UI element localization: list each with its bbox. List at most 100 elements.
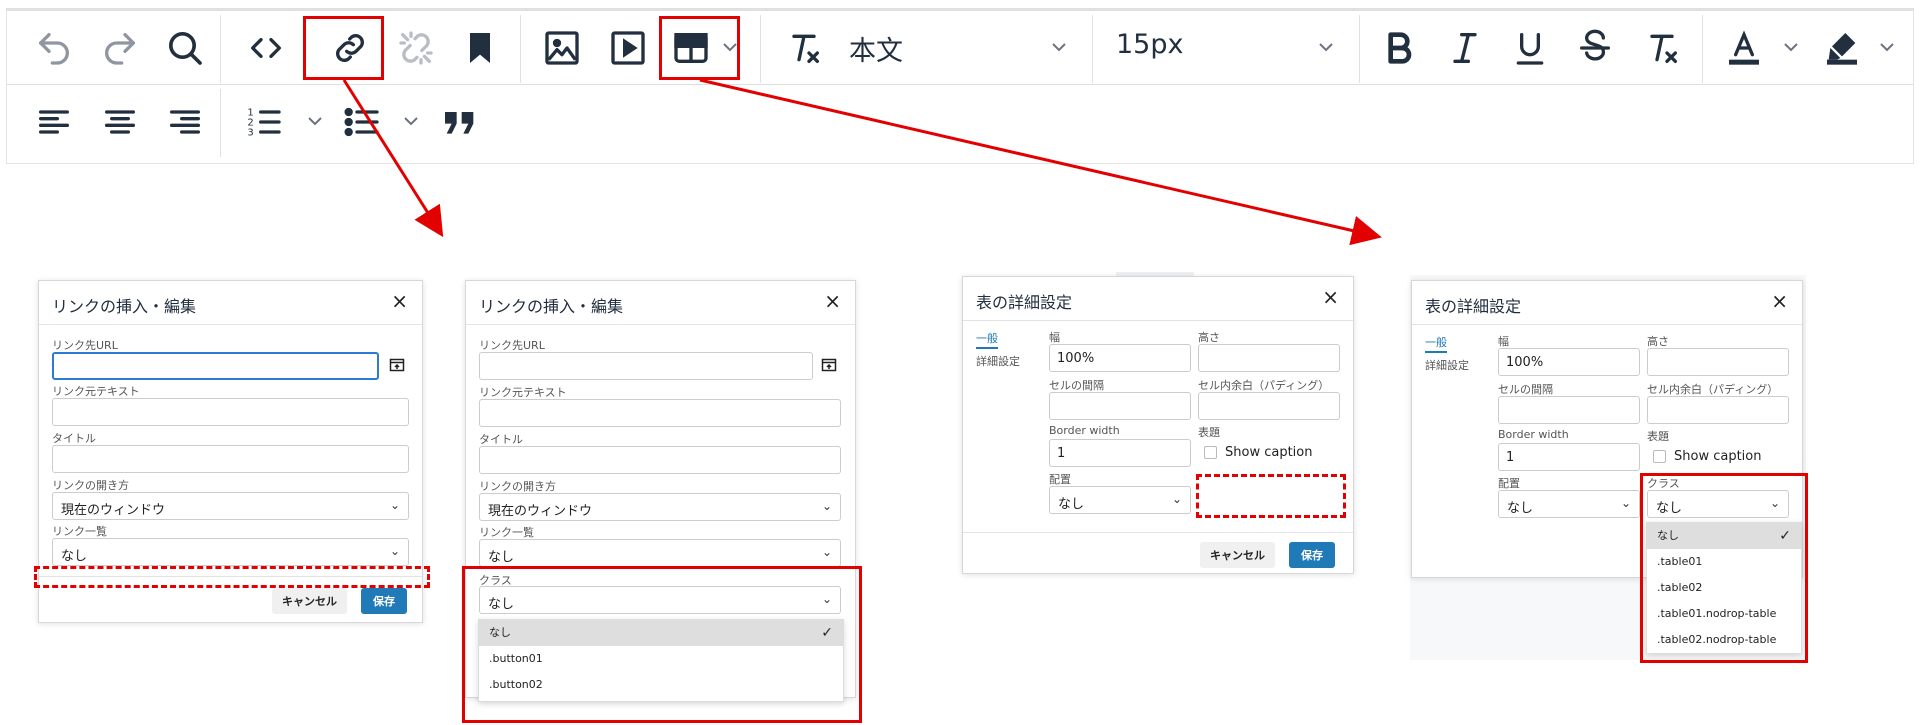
link-text-input[interactable] [52,398,409,426]
align-value: なし [1058,497,1085,512]
close-icon[interactable]: × [1322,287,1339,307]
close-icon[interactable]: × [1771,291,1788,311]
align-center-button[interactable] [95,97,145,147]
tab-general[interactable]: 一般 [976,330,998,349]
dialog-header: 表の詳細設定 × [963,277,1353,321]
url-input[interactable] [52,352,379,380]
link-list-value: なし [61,549,88,564]
close-icon[interactable]: × [824,291,841,311]
width-input[interactable]: 100% [1049,344,1191,372]
show-caption-checkbox[interactable] [1204,446,1217,459]
cell-padding-label: セル内余白（パディング） [1647,383,1779,396]
dialog-title: 表の詳細設定 [1425,297,1522,316]
strikethrough-button[interactable] [1570,23,1620,73]
target-select[interactable]: 現在のウィンドウ ⌄ [479,493,841,521]
highlight-color-chevron[interactable] [1877,37,1897,57]
chevron-down-icon [1052,43,1066,52]
font-size-value: 15px [1116,29,1184,60]
clear-format-icon [792,34,819,63]
blockquote-button[interactable] [435,97,485,147]
font-color-button[interactable] [1719,23,1769,73]
align-select[interactable]: なし ⌄ [1049,486,1191,514]
bullet-list-chevron[interactable] [401,111,421,131]
width-label: 幅 [1498,335,1509,348]
unlink-icon [399,31,433,65]
undo-button[interactable] [29,23,79,73]
tab-advanced[interactable]: 詳細設定 [976,353,1020,369]
cell-padding-input[interactable] [1198,392,1340,420]
unlink-button[interactable] [391,23,441,73]
insert-image-button[interactable] [537,23,587,73]
insert-media-button[interactable] [603,23,653,73]
border-width-input[interactable]: 1 [1498,443,1640,471]
font-size-chevron[interactable] [1316,37,1336,57]
show-caption-label: Show caption [1225,445,1313,460]
cell-spacing-input[interactable] [1498,396,1640,424]
chevron-down-icon [404,117,418,126]
height-input[interactable] [1647,348,1789,376]
bold-button[interactable] [1374,23,1424,73]
url-label: リンク先URL [479,339,545,352]
font-color-icon [1729,30,1759,65]
cancel-button[interactable]: キャンセル [1200,542,1275,568]
target-label: リンクの開き方 [479,480,556,493]
height-input[interactable] [1198,344,1340,372]
dialog-header: 表の詳細設定 × [1412,281,1802,325]
link-list-label: リンク一覧 [479,526,534,539]
tab-general[interactable]: 一般 [1425,334,1447,353]
clear-formatting-button[interactable] [779,23,829,73]
chevron-down-icon: ⌄ [389,544,400,558]
toolbar-row-2: 123 [7,85,1913,159]
dialog-header: リンクの挿入・編集 × [39,281,422,325]
class-field-missing-highlight [1196,474,1346,518]
remove-format-button[interactable] [1637,23,1687,73]
numbered-list-button[interactable]: 123 [239,97,289,147]
bullet-list-button[interactable] [337,97,387,147]
target-select[interactable]: 現在のウィンドウ ⌄ [52,492,409,520]
numbered-list-chevron[interactable] [305,111,325,131]
browse-icon[interactable] [389,357,405,373]
search-button[interactable] [160,23,210,73]
chevron-down-icon [1784,43,1798,52]
border-width-input[interactable]: 1 [1049,439,1191,467]
strikethrough-icon [1580,29,1610,61]
width-input[interactable]: 100% [1498,348,1640,376]
cell-spacing-label: セルの間隔 [1498,383,1553,396]
save-button[interactable]: 保存 [361,588,407,614]
align-right-button[interactable] [160,97,210,147]
highlight-color-button[interactable] [1817,23,1867,73]
source-code-button[interactable] [241,23,291,73]
link-list-select[interactable]: なし ⌄ [52,538,409,566]
block-format-chevron[interactable] [1049,37,1069,57]
bullet-list-icon [344,107,379,137]
link-text-input[interactable] [479,399,841,427]
numbered-list-icon: 123 [247,107,281,138]
redo-button[interactable] [95,23,145,73]
show-caption-label: Show caption [1674,449,1762,464]
link-list-select[interactable]: なし ⌄ [479,539,841,567]
cell-spacing-input[interactable] [1049,392,1191,420]
link-list-value: なし [488,550,515,565]
align-left-button[interactable] [29,97,79,147]
align-select[interactable]: なし ⌄ [1498,490,1640,518]
align-value: なし [1507,501,1534,516]
italic-button[interactable] [1440,23,1490,73]
show-caption-checkbox[interactable] [1653,450,1666,463]
title-input[interactable] [52,445,409,473]
caption-label: 表題 [1198,426,1220,439]
tab-advanced[interactable]: 詳細設定 [1425,357,1469,373]
media-icon [611,31,645,65]
browse-icon[interactable] [821,357,837,373]
underline-button[interactable] [1505,23,1555,73]
anchor-button[interactable] [455,23,505,73]
url-label: リンク先URL [52,339,118,352]
close-icon[interactable]: × [391,291,408,311]
url-input[interactable] [479,352,813,380]
title-input[interactable] [479,446,841,474]
cancel-button[interactable]: キャンセル [272,588,347,614]
code-icon [251,38,281,58]
save-button[interactable]: 保存 [1289,542,1335,568]
search-icon [169,32,202,65]
cell-padding-input[interactable] [1647,396,1789,424]
font-color-chevron[interactable] [1781,37,1801,57]
